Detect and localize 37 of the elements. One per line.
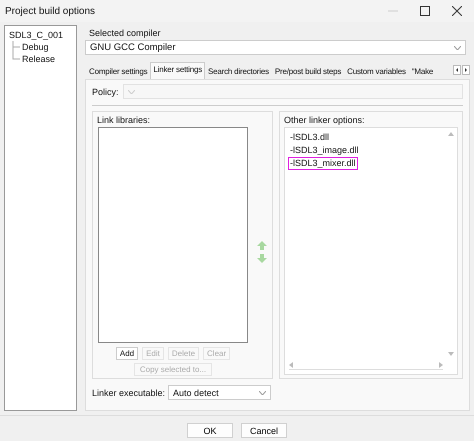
move-down-icon[interactable] bbox=[257, 254, 267, 262]
tree-item[interactable]: Debug bbox=[22, 41, 49, 53]
dialog-button[interactable]: OK bbox=[187, 423, 233, 438]
compiler-dropdown[interactable]: GNU GCC Compiler bbox=[85, 40, 466, 55]
field-label: Linker executable: bbox=[92, 388, 166, 398]
field-label: Selected compiler bbox=[89, 28, 162, 38]
group-title: Other linker options: bbox=[284, 115, 366, 125]
chevron-down-icon bbox=[259, 390, 266, 394]
scroll-left-icon[interactable] bbox=[453, 65, 461, 75]
tree-item[interactable]: Release bbox=[22, 53, 56, 65]
scroll-up-icon[interactable] bbox=[448, 132, 454, 136]
tab[interactable]: "Make bbox=[408, 64, 436, 79]
tree-item[interactable]: SDL3_C_001 bbox=[9, 29, 72, 41]
tab[interactable]: Search directories bbox=[205, 64, 272, 79]
window-title: Project build options bbox=[5, 6, 96, 16]
close-icon[interactable] bbox=[452, 6, 462, 16]
scroll-right-icon[interactable] bbox=[462, 65, 470, 75]
tab[interactable]: Linker settings bbox=[150, 62, 205, 79]
option-line: -lSDL3_image.dll bbox=[289, 144, 360, 157]
scroll-down-icon[interactable] bbox=[448, 352, 454, 356]
tab[interactable]: Compiler settings bbox=[86, 64, 150, 79]
tab[interactable]: Pre/post build steps bbox=[272, 64, 344, 79]
policy-dropdown[interactable] bbox=[122, 84, 463, 99]
linker-options-textarea[interactable]: -lSDL3.dll -lSDL3_image.dll -lSDL3_mixer.dll bbox=[284, 127, 458, 375]
chevron-down-icon bbox=[454, 46, 461, 50]
linker-executable-dropdown[interactable]: Auto detect bbox=[168, 385, 272, 400]
list-button[interactable]: Add bbox=[116, 347, 138, 360]
move-up-icon[interactable] bbox=[257, 240, 267, 250]
vertical-scrollbar[interactable] bbox=[447, 132, 455, 356]
libraries-list[interactable] bbox=[98, 127, 248, 343]
dialog-button[interactable]: Cancel bbox=[241, 423, 287, 438]
maximize-icon[interactable] bbox=[420, 6, 430, 16]
tab[interactable]: Custom variables bbox=[344, 64, 409, 79]
chevron-down-icon bbox=[128, 90, 135, 94]
option-line: -lSDL3.dll bbox=[289, 131, 330, 144]
field-label: Policy: bbox=[92, 86, 119, 96]
group-title: Link libraries: bbox=[97, 115, 152, 125]
